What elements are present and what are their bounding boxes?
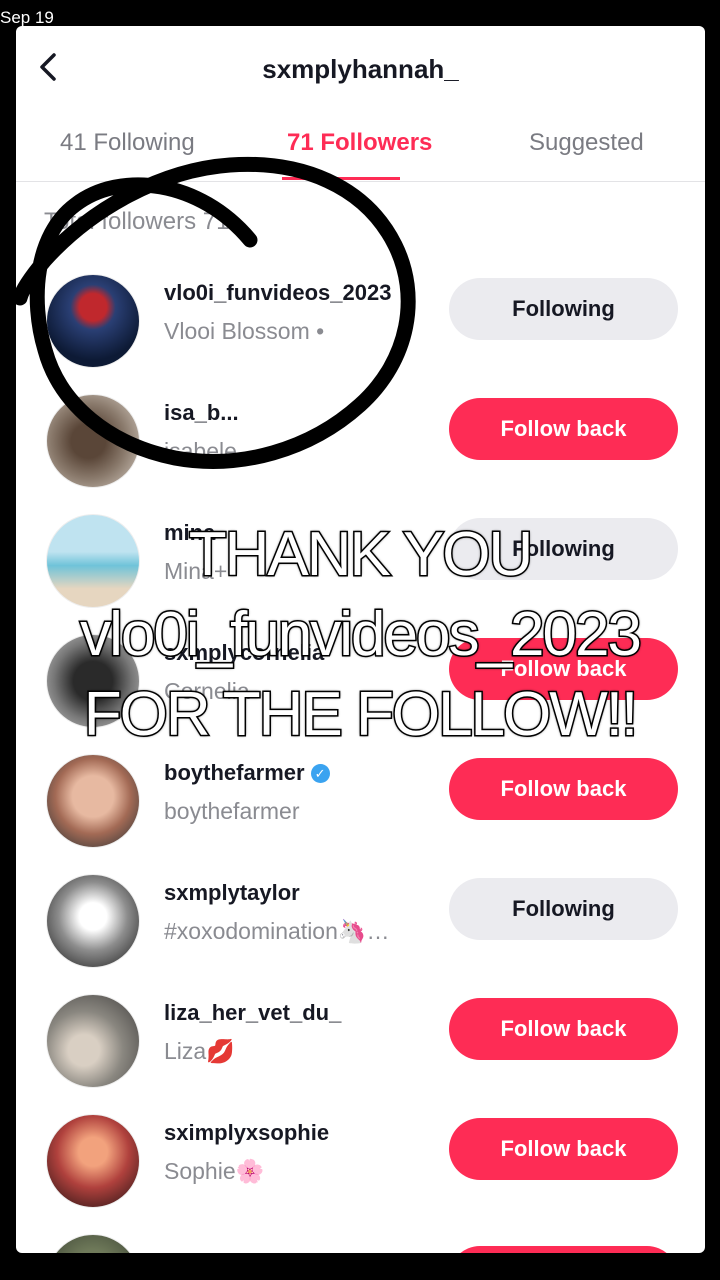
avatar[interactable]	[46, 874, 140, 968]
display-name: #xoxodomination🦄…	[164, 918, 390, 944]
username: sximplyxsophie	[164, 1120, 330, 1145]
following-button[interactable]: Following	[449, 878, 678, 940]
list-item[interactable]: vlo0i_funvideos_2023 Vlooi Blossom • Fol…	[16, 274, 705, 384]
list-item[interactable]: isa_b... isabele Follow back	[16, 394, 705, 504]
avatar[interactable]	[46, 1234, 140, 1253]
display-name: isabele	[164, 438, 237, 464]
list-item[interactable]: boythefarmer ✓ boythefarmer Follow back	[16, 754, 705, 864]
avatar[interactable]	[46, 754, 140, 848]
list-item[interactable]	[16, 1234, 705, 1253]
list-item[interactable]: liza_her_vet_du_ Liza💋 Follow back	[16, 994, 705, 1104]
avatar[interactable]	[46, 1114, 140, 1208]
display-name: Vlooi Blossom •	[164, 318, 325, 344]
list-item[interactable]: sxmplytaylor #xoxodomination🦄… Following	[16, 874, 705, 984]
avatar[interactable]	[46, 274, 140, 368]
display-name: Liza💋	[164, 1038, 235, 1064]
follow-back-button[interactable]: Follow back	[449, 998, 678, 1060]
follow-back-button[interactable]: Follow back	[449, 398, 678, 460]
caption-line-1: THANK YOU	[187, 519, 535, 591]
username: isa_b...	[164, 400, 239, 425]
display-name: boythefarmer	[164, 798, 300, 824]
follow-back-button[interactable]	[449, 1246, 678, 1253]
avatar[interactable]	[46, 994, 140, 1088]
tab-active-indicator	[282, 177, 400, 180]
tab-followers[interactable]: 71 Followers	[287, 129, 432, 157]
tab-following[interactable]: 41 Following	[60, 129, 195, 157]
username-text: boythefarmer	[164, 760, 305, 785]
caption-line-2: vlo0i_funvideos_2023	[79, 599, 644, 671]
username: sxmplytaylor	[164, 880, 300, 905]
username: boythefarmer ✓	[164, 760, 330, 786]
status-date: Sep 19	[0, 8, 54, 27]
page-title: sxmplyhannah_	[262, 54, 459, 84]
follow-back-button[interactable]: Follow back	[449, 1118, 678, 1180]
total-followers-label: Total followers 71	[44, 208, 230, 235]
caption-line-3: FOR THE FOLLOW!!	[82, 679, 639, 751]
username: liza_her_vet_du_	[164, 1000, 342, 1025]
tab-bar: 41 Following 71 Followers Suggested	[16, 121, 705, 182]
list-item[interactable]: sximplyxsophie Sophie🌸 Follow back	[16, 1114, 705, 1224]
avatar[interactable]	[46, 394, 140, 488]
following-button[interactable]: Following	[449, 278, 678, 340]
tab-suggested[interactable]: Suggested	[529, 129, 644, 157]
username: vlo0i_funvideos_2023	[164, 280, 392, 305]
verified-badge-icon: ✓	[310, 764, 330, 783]
follow-back-button[interactable]: Follow back	[449, 758, 678, 820]
overlay-caption: THANK YOU vlo0i_funvideos_2023 FOR THE F…	[0, 515, 720, 755]
display-name: Sophie🌸	[164, 1158, 265, 1184]
